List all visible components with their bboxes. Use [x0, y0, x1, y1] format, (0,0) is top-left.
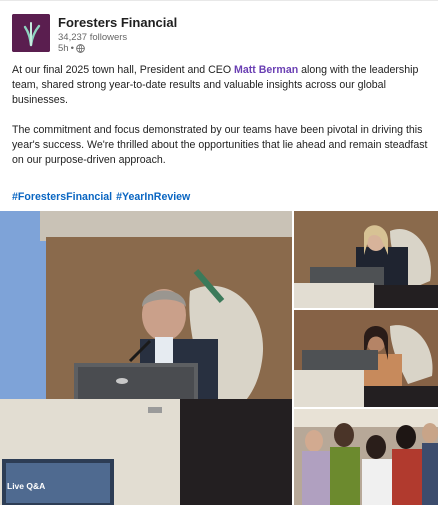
meta-separator: •: [70, 43, 74, 54]
post-paragraph-2: The commitment and focus demonstrated by…: [12, 124, 428, 166]
mention-link[interactable]: Matt Berman: [234, 64, 298, 76]
post-paragraph-1: At our final 2025 town hall, President a…: [12, 63, 430, 108]
post-header: Foresters Financial 34,237 followers 5h …: [12, 14, 432, 54]
post-time: 5h: [58, 43, 69, 54]
company-logo[interactable]: [12, 14, 50, 52]
photo-speaker-2[interactable]: [294, 211, 438, 308]
screen-label: Live Q&A: [7, 481, 46, 491]
post-meta: 5h •: [58, 43, 85, 54]
photo-audience[interactable]: [294, 409, 438, 505]
globe-icon: [76, 44, 85, 53]
photo-speaker-3[interactable]: [294, 310, 438, 407]
top-divider: [0, 0, 438, 1]
photo-gallery: Live Q&A: [0, 211, 438, 505]
post-body: At our final 2025 town hall, President a…: [12, 63, 430, 168]
hashtag-link[interactable]: #YearInReview: [116, 191, 190, 203]
hashtag-link[interactable]: #ForestersFinancial: [12, 191, 112, 203]
photo-speaker-ceo[interactable]: Live Q&A: [0, 211, 292, 505]
follower-count: 34,237 followers: [58, 32, 128, 43]
company-name[interactable]: Foresters Financial: [58, 15, 177, 30]
hashtag-list: #ForestersFinancial #YearInReview: [12, 191, 194, 203]
post-text-segment: At our final 2025 town hall, President a…: [12, 64, 235, 76]
